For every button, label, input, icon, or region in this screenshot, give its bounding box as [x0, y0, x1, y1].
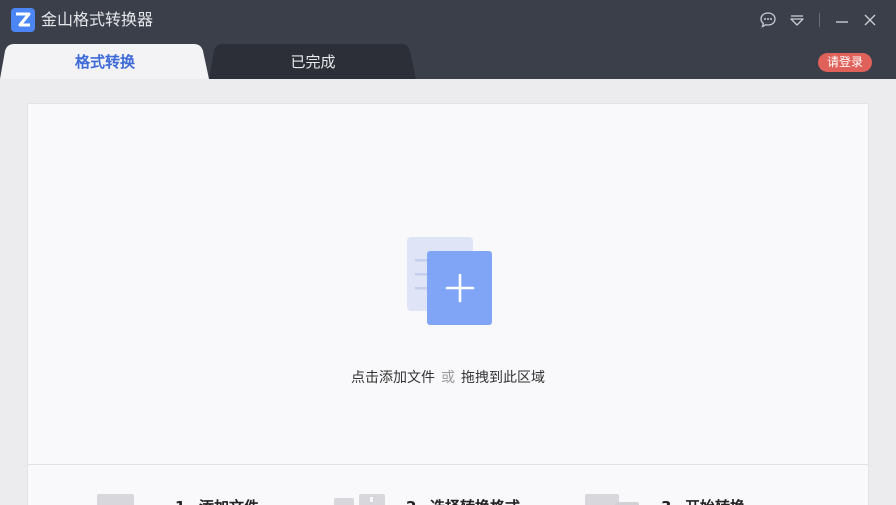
- main-panel: 点击添加文件或拖拽到此区域 1、 添加文件 2、 选择转换格式: [27, 103, 869, 505]
- app-window: 金山格式转换器 格式转换 已完成 请登录 点击添加文件 或 拖拽到此区域: [0, 0, 896, 505]
- title-bar: 金山格式转换器: [0, 0, 896, 40]
- step-number: 3、: [661, 496, 686, 505]
- step-start-convert: 3、 开始转换: [585, 492, 785, 505]
- titlebar-separator: [819, 13, 820, 27]
- minimize-icon[interactable]: [832, 10, 852, 30]
- login-button[interactable]: 请登录: [818, 53, 872, 72]
- tab-format-convert[interactable]: 格式转换: [0, 43, 210, 79]
- step-label: 开始转换: [685, 496, 745, 505]
- add-file-icon: [407, 237, 493, 327]
- step-label: 选择转换格式: [430, 496, 520, 505]
- app-title: 金山格式转换器: [41, 10, 154, 29]
- drop-hint: 点击添加文件或拖拽到此区域: [28, 367, 868, 387]
- drop-hint-primary: 点击添加文件: [351, 370, 435, 386]
- steps-divider: [28, 464, 868, 465]
- step-number: 1、: [175, 496, 200, 505]
- step-select-format: 2、 选择转换格式: [334, 492, 564, 505]
- drop-hint-or: 或: [441, 370, 455, 386]
- dropdown-menu-icon[interactable]: [787, 10, 807, 30]
- step-number: 2、: [406, 496, 431, 505]
- tab-label: 格式转换: [74, 52, 135, 71]
- add-file-step-icon: [97, 494, 134, 505]
- drop-hint-secondary: 拖拽到此区域: [461, 370, 545, 386]
- select-format-step-icon: [334, 494, 385, 505]
- step-label: 添加文件: [199, 496, 259, 505]
- app-logo-icon: [11, 8, 35, 32]
- tab-bar: 格式转换 已完成 请登录: [0, 40, 896, 79]
- file-drop-zone[interactable]: 点击添加文件或拖拽到此区域: [28, 104, 868, 465]
- step-add-file: 1、 添加文件: [97, 492, 297, 505]
- close-icon[interactable]: [860, 10, 880, 30]
- start-convert-step-icon: [585, 494, 639, 505]
- tab-label: 已完成: [290, 52, 336, 71]
- chat-bubble-icon[interactable]: [758, 10, 778, 30]
- tab-completed[interactable]: 已完成: [209, 43, 417, 79]
